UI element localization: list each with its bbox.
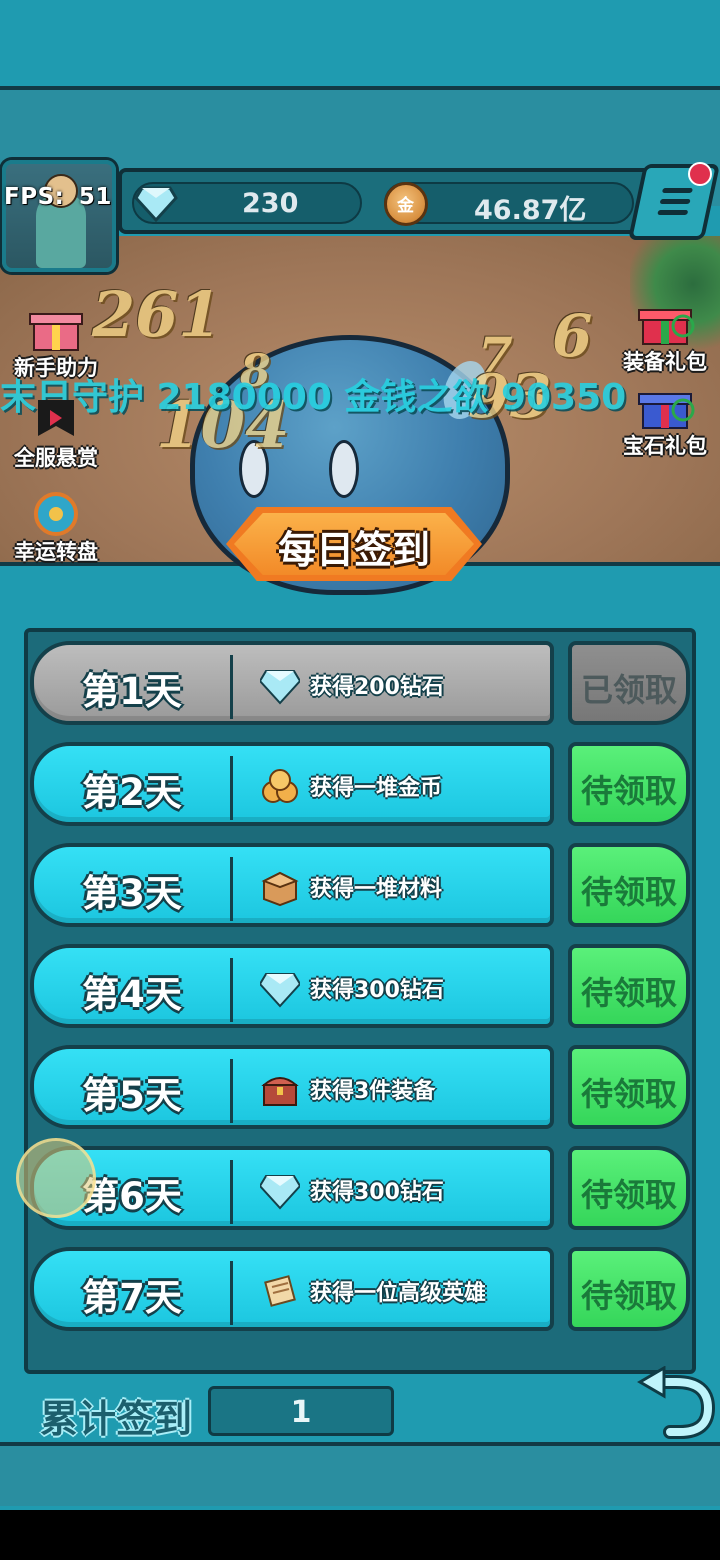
- claim-status: 待领取: [580, 974, 677, 1012]
- side-newbie-help[interactable]: 新手助力: [2, 306, 110, 382]
- checkin-row-day4: 第4天 获得300钻石: [30, 944, 554, 1028]
- side-equipment-pack-label: 装备礼包: [623, 350, 707, 374]
- side-server-bounty[interactable]: 全服悬赏: [2, 396, 110, 472]
- claim-button[interactable]: 待领取: [568, 1146, 690, 1230]
- claim-status: 待领取: [580, 1176, 677, 1214]
- side-lucky-wheel[interactable]: 幸运转盘: [2, 490, 110, 566]
- diamond-icon: [260, 973, 300, 1008]
- damage-number: 261: [92, 278, 222, 351]
- day-label: 第3天: [82, 872, 182, 915]
- claim-status: 待领取: [580, 772, 677, 810]
- daily-checkin-banner: 每日签到: [226, 507, 482, 581]
- checkin-row-day7: 第7天 获得一位高级英雄: [30, 1247, 554, 1331]
- claimed-button: 已领取: [568, 641, 690, 725]
- total-checkin-box: 1: [208, 1386, 394, 1436]
- diamond-icon: [260, 670, 300, 705]
- material-box-icon: [261, 871, 299, 907]
- reward-text: 获得一位高级英雄: [310, 1281, 487, 1306]
- claim-button[interactable]: 待领取: [568, 742, 690, 826]
- reward-text: 获得300钻石: [310, 978, 444, 1003]
- claim-button[interactable]: 待领取: [568, 1045, 690, 1129]
- reward-text: 获得一堆材料: [310, 877, 443, 902]
- day-label: 第4天: [82, 973, 182, 1016]
- back-arrow-icon[interactable]: [636, 1366, 720, 1442]
- side-gem-pack-label: 宝石礼包: [623, 434, 707, 458]
- checkin-row-day2: 第2天 获得一堆金币: [30, 742, 554, 826]
- coin-count: 46.87亿: [474, 195, 587, 226]
- reward-text: 获得200钻石: [310, 675, 444, 700]
- claim-status: 待领取: [580, 873, 677, 911]
- claim-button[interactable]: 待领取: [568, 1247, 690, 1331]
- side-server-bounty-label: 全服悬赏: [14, 446, 98, 470]
- diamond-count: 230: [242, 188, 299, 219]
- gift-box-icon: [638, 393, 695, 429]
- reward-text: 获得3件装备: [310, 1079, 436, 1104]
- lucky-wheel-icon: [34, 492, 78, 536]
- daily-checkin-title: 每日签到: [277, 528, 430, 572]
- side-lucky-wheel-label: 幸运转盘: [14, 540, 98, 564]
- gift-box-icon: [29, 313, 83, 351]
- game-screen: 261 8 7 6 104 93 末日守护 2180000 金钱之欲 90350…: [0, 0, 720, 1510]
- checkin-row-day3: 第3天 获得一堆材料: [30, 843, 554, 927]
- bottom-frame: [0, 1442, 720, 1506]
- total-checkin-value: 1: [290, 1395, 312, 1430]
- fps-label: FPS:: [4, 184, 65, 210]
- treasure-chest-icon: [261, 1077, 299, 1106]
- total-checkin-label: 累计签到: [40, 1397, 193, 1441]
- day-label: 第2天: [82, 771, 182, 814]
- reward-text: 获得一堆金币: [310, 776, 443, 801]
- coin-icon: [384, 182, 428, 226]
- side-newbie-help-label: 新手助力: [14, 356, 98, 380]
- checkin-row-day5: 第5天 获得3件装备: [30, 1045, 554, 1129]
- player-avatar[interactable]: [2, 160, 116, 272]
- day-label: 第1天: [82, 670, 182, 713]
- claim-button[interactable]: 待领取: [568, 843, 690, 927]
- coin-pile-icon: [262, 769, 298, 803]
- day-label: 第5天: [82, 1074, 182, 1117]
- diamond-icon: [260, 1175, 300, 1210]
- helper-mascot[interactable]: [16, 1138, 96, 1218]
- reward-text: 获得300钻石: [310, 1180, 444, 1205]
- checkin-row-day6: 第6天 获得300钻石: [30, 1146, 554, 1230]
- gift-box-icon: [638, 309, 695, 345]
- claim-button[interactable]: 待领取: [568, 944, 690, 1028]
- day-label: 第7天: [82, 1276, 182, 1319]
- claim-status: 待领取: [580, 1277, 677, 1315]
- bounty-flag-icon: [38, 400, 74, 436]
- fps-counter: FPS: 51: [4, 184, 112, 210]
- side-equipment-pack[interactable]: 装备礼包: [612, 300, 718, 376]
- claim-status: 待领取: [580, 1075, 677, 1113]
- notification-dot: [688, 162, 712, 186]
- fps-value: 51: [78, 184, 112, 210]
- claim-status: 已领取: [580, 671, 677, 709]
- side-gem-pack[interactable]: 宝石礼包: [612, 384, 718, 460]
- damage-number: 6: [552, 302, 593, 370]
- scroll-icon: [264, 1275, 296, 1307]
- diamond-icon: [134, 186, 178, 223]
- checkin-row-day1: 第1天 获得200钻石: [30, 641, 554, 725]
